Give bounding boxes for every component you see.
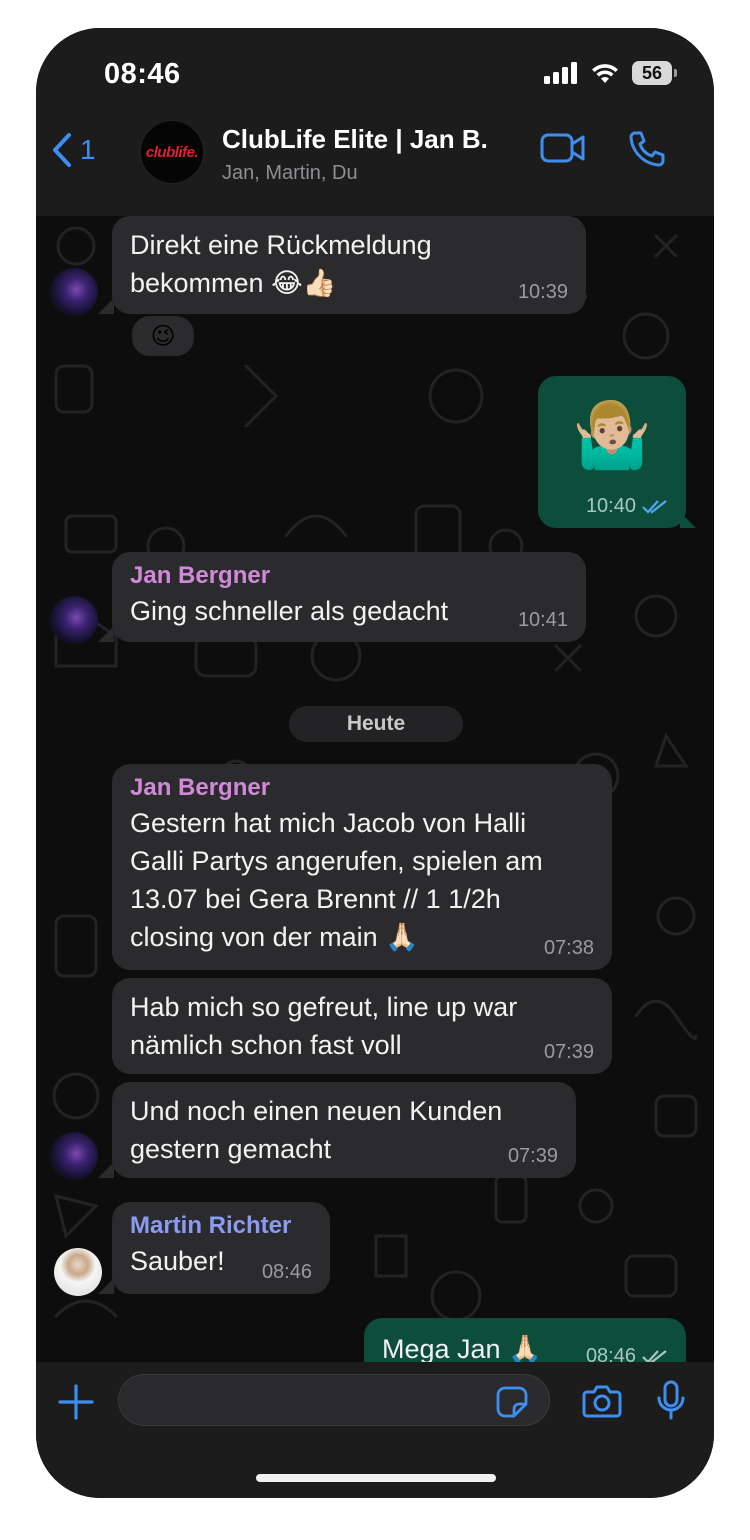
attach-button[interactable] [58,1384,94,1425]
double-check-icon [642,499,667,514]
unread-count: 1 [80,134,96,165]
voice-call-button[interactable] [628,130,666,173]
message-text: Ging schneller als gedacht [130,596,449,626]
message-time: 08:46 [261,1261,312,1283]
message-time: 07:39 [507,1145,558,1167]
message-text: Und noch einen neuen Kunden gestern gema… [130,1096,503,1164]
status-bar: 08:46 56 [36,28,714,118]
plus-icon [58,1384,94,1420]
message-time: 10:40 [585,495,636,517]
chat-title[interactable]: ClubLife Elite | Jan B. [222,124,488,155]
message-meta: 07:39 [544,1041,594,1064]
message-text: Direkt eine Rückmeldung bekommen 😂👍🏻 [130,230,432,298]
message-meta: 10:40 [586,495,668,518]
phone-icon [629,131,665,167]
sticker-icon [496,1386,528,1418]
sticker-button[interactable] [496,1386,528,1423]
phone-screen: 08:46 56 1 clublife. ClubLife Elite | Ja… [36,28,714,1498]
avatar-jan[interactable] [50,1132,98,1180]
voice-message-button[interactable] [656,1380,686,1427]
home-indicator[interactable] [256,1474,496,1482]
clublife-logo: clublife. [145,143,199,161]
video-camera-icon [540,133,585,163]
wifi-icon [592,64,618,83]
message-meta: 08:46 [262,1261,312,1284]
message-time: 07:38 [543,937,594,959]
message-bubble[interactable]: Jan Bergner Ging schneller als gedacht 1… [112,552,586,642]
chat-members[interactable]: Jan, Martin, Du [222,162,358,185]
status-time: 08:46 [104,58,181,90]
double-check-icon [642,1349,667,1362]
message-meta: 08:46 [586,1345,668,1362]
message-text: Hab mich so gefreut, line up war nämlich… [130,992,518,1060]
message-time: 08:46 [585,1345,636,1362]
back-button[interactable]: 1 [50,132,96,168]
message-text: 🤷🏼‍♂️ [572,399,652,471]
chat-header: 1 clublife. ClubLife Elite | Jan B. Jan,… [36,118,714,216]
message-meta: 07:39 [508,1145,558,1168]
status-icons: 56 [544,61,677,85]
message-meta: 10:41 [518,609,568,632]
message-bubble-outgoing[interactable]: 🤷🏼‍♂️ 10:40 [538,376,686,528]
message-time: 10:39 [517,281,568,303]
bubble-tail [680,512,696,528]
battery-indicator: 56 [632,61,677,85]
message-time: 10:41 [517,609,568,631]
chat-area[interactable]: Direkt eine Rückmeldung bekommen 😂👍🏻 10:… [36,216,714,1362]
message-bubble[interactable]: Und noch einen neuen Kunden gestern gema… [112,1082,576,1178]
message-bubble[interactable]: Hab mich so gefreut, line up war nämlich… [112,978,612,1074]
message-text: Gestern hat mich Jacob von Halli Galli P… [130,808,543,952]
message-meta: 10:39 [518,281,568,304]
avatar-martin[interactable] [54,1248,102,1296]
message-reaction[interactable]: 😉 [130,314,196,358]
message-bubble[interactable]: Martin Richter Sauber! 08:46 [112,1202,330,1294]
message-input[interactable] [118,1374,550,1426]
sender-name[interactable]: Jan Bergner [130,552,568,592]
avatar-jan[interactable] [50,596,98,644]
message-time: 07:39 [543,1041,594,1063]
date-divider: Heute [289,706,463,742]
message-meta: 07:38 [544,937,594,960]
camera-button[interactable] [582,1384,622,1423]
microphone-icon [657,1380,685,1420]
group-avatar[interactable]: clublife. [140,120,204,184]
video-call-button[interactable] [540,132,586,169]
sender-name[interactable]: Martin Richter [130,1202,312,1242]
chevron-left-icon [53,133,71,167]
cellular-signal-icon [544,62,577,84]
message-bubble[interactable]: Jan Bergner Gestern hat mich Jacob von H… [112,764,612,970]
avatar-jan[interactable] [50,268,98,316]
sender-name[interactable]: Jan Bergner [130,764,594,804]
message-bubble[interactable]: Direkt eine Rückmeldung bekommen 😂👍🏻 10:… [112,216,586,314]
message-bubble-outgoing[interactable]: Mega Jan 🙏🏻 08:46 [364,1318,686,1362]
composer-bar [36,1362,714,1498]
camera-icon [582,1385,622,1418]
